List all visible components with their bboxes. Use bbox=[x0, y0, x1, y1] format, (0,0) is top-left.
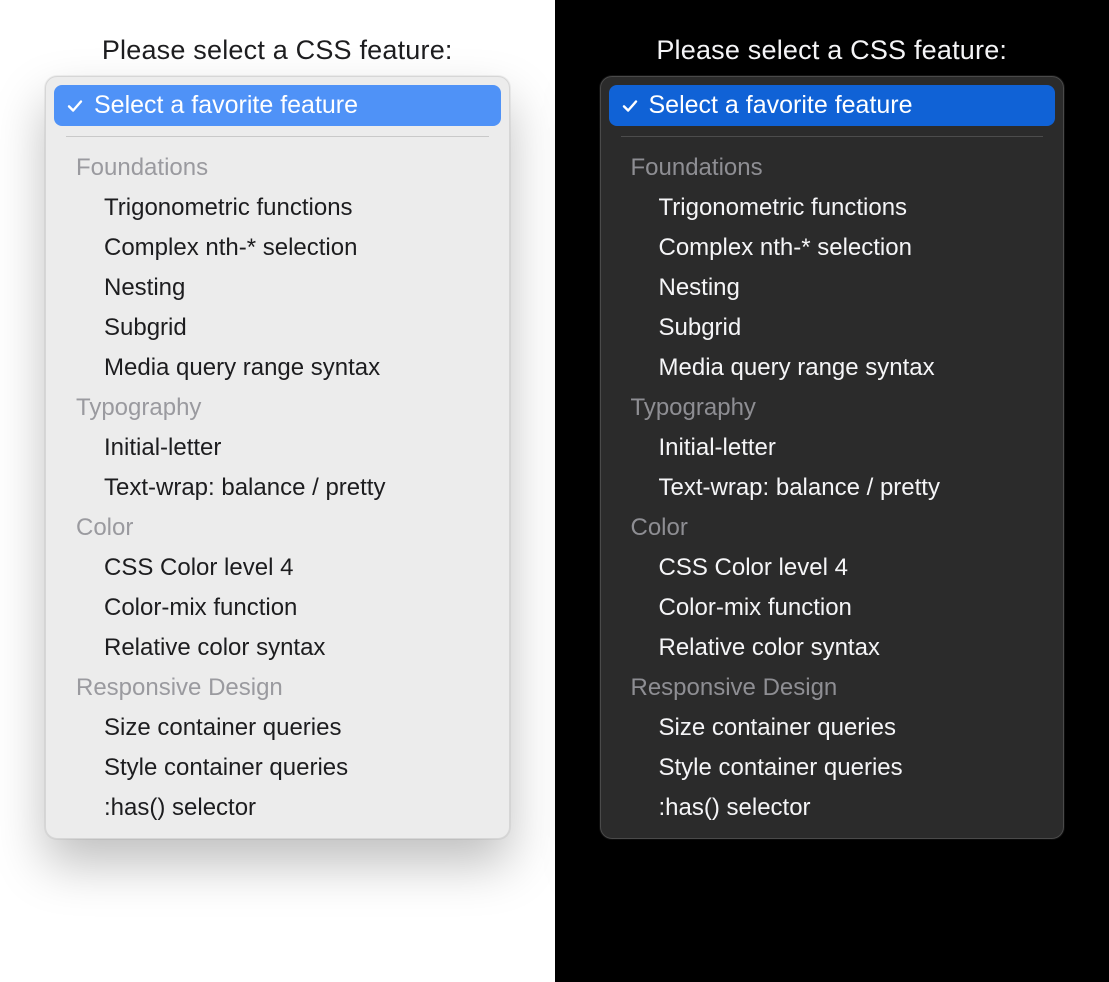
option-subgrid[interactable]: Subgrid bbox=[54, 308, 501, 348]
option-color-mix-function[interactable]: Color-mix function bbox=[54, 588, 501, 628]
light-mode-panel: Please select a CSS feature: Select a fa… bbox=[0, 0, 555, 982]
option-complex-nth-selection[interactable]: Complex nth-* selection bbox=[609, 228, 1056, 268]
option-trigonometric-functions[interactable]: Trigonometric functions bbox=[609, 188, 1056, 228]
optgroup-responsive-design: Responsive Design bbox=[609, 668, 1056, 708]
checkmark-icon bbox=[66, 97, 84, 115]
option-relative-color-syntax[interactable]: Relative color syntax bbox=[609, 628, 1056, 668]
checkmark-icon bbox=[621, 97, 639, 115]
optgroup-typography: Typography bbox=[54, 388, 501, 428]
selected-option-label: Select a favorite feature bbox=[94, 91, 358, 120]
option-size-container-queries[interactable]: Size container queries bbox=[609, 708, 1056, 748]
selected-option-row[interactable]: Select a favorite feature bbox=[54, 85, 501, 126]
option-media-query-range-syntax[interactable]: Media query range syntax bbox=[54, 348, 501, 388]
option-has-selector[interactable]: :has() selector bbox=[54, 788, 501, 828]
css-feature-dropdown[interactable]: Select a favorite feature Foundations Tr… bbox=[600, 76, 1065, 839]
css-feature-dropdown[interactable]: Select a favorite feature Foundations Tr… bbox=[45, 76, 510, 839]
option-css-color-level-4[interactable]: CSS Color level 4 bbox=[609, 548, 1056, 588]
optgroup-typography: Typography bbox=[609, 388, 1056, 428]
option-text-wrap-balance-pretty[interactable]: Text-wrap: balance / pretty bbox=[609, 468, 1056, 508]
option-css-color-level-4[interactable]: CSS Color level 4 bbox=[54, 548, 501, 588]
dropdown-divider bbox=[621, 136, 1044, 137]
dropdown-divider bbox=[66, 136, 489, 137]
optgroup-color: Color bbox=[609, 508, 1056, 548]
option-style-container-queries[interactable]: Style container queries bbox=[609, 748, 1056, 788]
option-trigonometric-functions[interactable]: Trigonometric functions bbox=[54, 188, 501, 228]
option-initial-letter[interactable]: Initial-letter bbox=[54, 428, 501, 468]
dark-mode-panel: Please select a CSS feature: Select a fa… bbox=[555, 0, 1109, 982]
option-subgrid[interactable]: Subgrid bbox=[609, 308, 1056, 348]
option-has-selector[interactable]: :has() selector bbox=[609, 788, 1056, 828]
option-relative-color-syntax[interactable]: Relative color syntax bbox=[54, 628, 501, 668]
option-text-wrap-balance-pretty[interactable]: Text-wrap: balance / pretty bbox=[54, 468, 501, 508]
optgroup-color: Color bbox=[54, 508, 501, 548]
optgroup-foundations: Foundations bbox=[609, 148, 1056, 188]
option-color-mix-function[interactable]: Color-mix function bbox=[609, 588, 1056, 628]
selected-option-label: Select a favorite feature bbox=[649, 91, 913, 120]
option-initial-letter[interactable]: Initial-letter bbox=[609, 428, 1056, 468]
prompt-label: Please select a CSS feature: bbox=[600, 35, 1065, 66]
prompt-label: Please select a CSS feature: bbox=[45, 35, 510, 66]
option-size-container-queries[interactable]: Size container queries bbox=[54, 708, 501, 748]
optgroup-responsive-design: Responsive Design bbox=[54, 668, 501, 708]
option-complex-nth-selection[interactable]: Complex nth-* selection bbox=[54, 228, 501, 268]
option-nesting[interactable]: Nesting bbox=[54, 268, 501, 308]
option-media-query-range-syntax[interactable]: Media query range syntax bbox=[609, 348, 1056, 388]
option-nesting[interactable]: Nesting bbox=[609, 268, 1056, 308]
option-style-container-queries[interactable]: Style container queries bbox=[54, 748, 501, 788]
selected-option-row[interactable]: Select a favorite feature bbox=[609, 85, 1056, 126]
optgroup-foundations: Foundations bbox=[54, 148, 501, 188]
